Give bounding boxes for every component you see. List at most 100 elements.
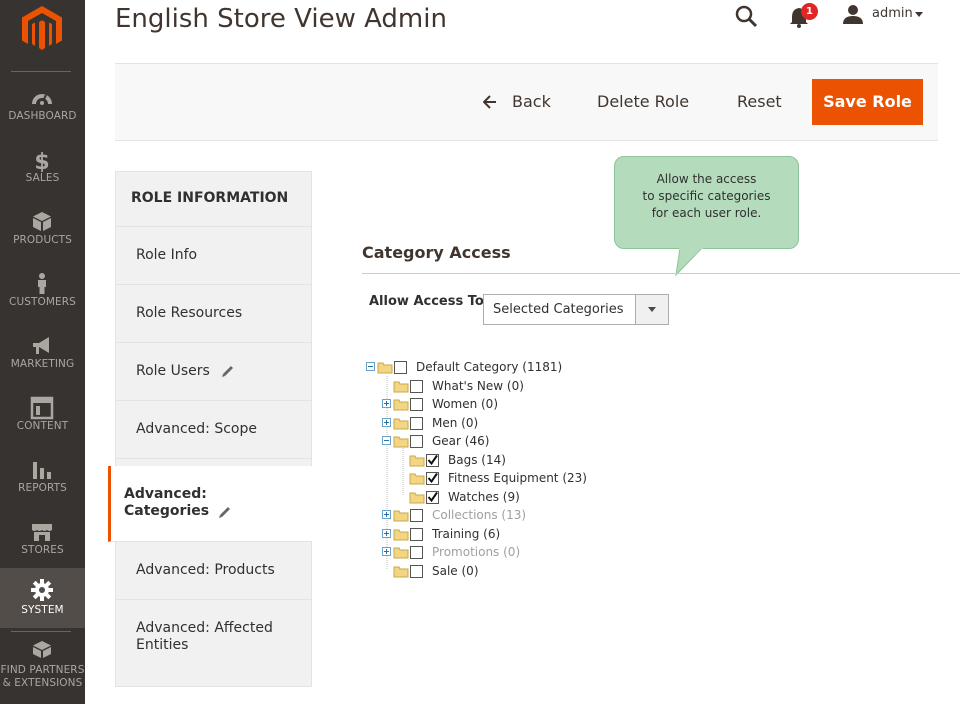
checkbox[interactable] bbox=[410, 377, 424, 395]
tab-label: Advanced: Categories bbox=[124, 486, 210, 519]
nav-products[interactable]: PRODUCTS bbox=[0, 210, 85, 272]
tab-label: Advanced: Affected Entities bbox=[136, 620, 273, 653]
folder-icon bbox=[393, 418, 409, 430]
tree-node-label: Sale (0) bbox=[432, 564, 479, 578]
checkbox[interactable] bbox=[410, 562, 424, 580]
tree-node-label: Training (6) bbox=[432, 527, 501, 541]
layout-icon bbox=[30, 396, 54, 420]
tooltip-line: to specific categories bbox=[642, 189, 771, 203]
tree-node-label: Default Category (1181) bbox=[416, 360, 563, 374]
delete-role-button[interactable]: Delete Role bbox=[597, 79, 689, 125]
box-icon bbox=[33, 212, 51, 231]
nav-marketing[interactable]: MARKETING bbox=[0, 334, 85, 396]
svg-text:$: $ bbox=[34, 150, 49, 172]
admin-sidebar: DASHBOARD $ SALES PRODUCTS CUSTOMERS MAR… bbox=[0, 0, 85, 704]
nav-sales[interactable]: $ SALES bbox=[0, 148, 85, 210]
select-toggle[interactable] bbox=[635, 295, 668, 324]
nav-content[interactable]: CONTENT bbox=[0, 396, 85, 458]
pencil-icon bbox=[222, 366, 233, 377]
nav-partners-label-line1: FIND PARTNERS bbox=[0, 664, 85, 676]
tab-advanced-products[interactable]: Advanced: Products bbox=[116, 542, 311, 600]
nav-marketing-label: MARKETING bbox=[10, 358, 75, 370]
dashboard-icon bbox=[32, 94, 52, 105]
user-menu-name[interactable]: admin bbox=[872, 6, 913, 21]
allow-access-label: Allow Access To bbox=[369, 294, 484, 309]
magento-logo[interactable] bbox=[22, 6, 62, 52]
tab-advanced-categories[interactable]: Advanced: Categories bbox=[108, 466, 312, 542]
nav-customers[interactable]: CUSTOMERS bbox=[0, 272, 85, 334]
folder-icon bbox=[409, 473, 425, 485]
search-icon[interactable] bbox=[734, 4, 758, 28]
category-tree: Default Category (1181) What's New (0) Wom… bbox=[363, 358, 763, 588]
dollar-icon: $ bbox=[34, 150, 49, 172]
expand-icon[interactable] bbox=[382, 506, 392, 524]
checkbox-checked[interactable] bbox=[426, 469, 440, 487]
notifications-badge[interactable]: 1 bbox=[801, 3, 818, 20]
folder-icon bbox=[393, 381, 409, 393]
nav-system[interactable]: SYSTEM bbox=[0, 568, 85, 628]
folder-icon bbox=[393, 436, 409, 448]
folder-icon bbox=[377, 362, 393, 374]
checkbox[interactable] bbox=[410, 395, 424, 413]
nav-system-label: SYSTEM bbox=[21, 604, 64, 616]
checkbox[interactable] bbox=[410, 432, 424, 450]
collapse-icon[interactable] bbox=[366, 358, 376, 376]
tree-node-label: Men (0) bbox=[432, 416, 479, 430]
collapse-icon[interactable] bbox=[382, 432, 392, 450]
page-title: English Store View Admin bbox=[115, 4, 447, 34]
tab-advanced-scope[interactable]: Advanced: Scope bbox=[116, 401, 311, 459]
tree-node-label: Promotions (0) bbox=[432, 545, 521, 559]
storefront-icon bbox=[32, 524, 52, 541]
callout-tooltip: Allow the access to specific categories … bbox=[614, 156, 799, 249]
allow-access-select[interactable]: Selected Categories bbox=[483, 294, 669, 325]
tab-role-users[interactable]: Role Users bbox=[116, 343, 311, 401]
folder-icon bbox=[393, 399, 409, 411]
tab-role-resources[interactable]: Role Resources bbox=[116, 285, 311, 343]
megaphone-icon bbox=[33, 337, 49, 354]
checkbox[interactable] bbox=[410, 506, 424, 524]
reset-button[interactable]: Reset bbox=[737, 79, 782, 125]
allow-access-select-value: Selected Categories bbox=[493, 302, 624, 317]
sidebar-divider bbox=[11, 71, 71, 72]
tooltip-line: Allow the access bbox=[656, 172, 757, 186]
back-button[interactable]: Back bbox=[483, 79, 551, 125]
nav-dashboard[interactable]: DASHBOARD bbox=[0, 86, 85, 148]
gear-icon bbox=[31, 579, 53, 601]
folder-icon bbox=[393, 529, 409, 541]
expand-icon[interactable] bbox=[382, 395, 392, 413]
expand-icon[interactable] bbox=[382, 525, 392, 543]
nav-products-label: PRODUCTS bbox=[13, 234, 72, 246]
checkbox-checked[interactable] bbox=[426, 451, 440, 469]
checkbox[interactable] bbox=[410, 414, 424, 432]
expand-icon[interactable] bbox=[382, 543, 392, 561]
expand-icon[interactable] bbox=[382, 414, 392, 432]
checkbox-checked[interactable] bbox=[426, 488, 440, 506]
tab-label: Role Info bbox=[136, 247, 198, 263]
nav-partners-label-line2: & EXTENSIONS bbox=[2, 677, 83, 689]
checkbox[interactable] bbox=[394, 358, 408, 376]
checkbox[interactable] bbox=[410, 543, 424, 561]
save-role-button[interactable]: Save Role bbox=[812, 79, 923, 125]
sidebar-divider bbox=[11, 631, 71, 632]
folder-icon bbox=[409, 455, 425, 467]
nav-reports[interactable]: REPORTS bbox=[0, 458, 85, 520]
nav-sales-label: SALES bbox=[25, 172, 60, 184]
tab-label: Role Resources bbox=[136, 305, 243, 321]
tab-advanced-affected-entities[interactable]: Advanced: Affected Entities bbox=[116, 600, 311, 686]
user-icon[interactable] bbox=[843, 4, 863, 24]
tree-node-label: Bags (14) bbox=[448, 453, 506, 467]
tab-role-info[interactable]: Role Info bbox=[116, 227, 311, 285]
tooltip-line: for each user role. bbox=[651, 206, 762, 220]
chevron-down-icon[interactable] bbox=[915, 12, 923, 17]
page-actions-bar: Back Delete Role Reset Save Role bbox=[115, 63, 938, 141]
checkbox[interactable] bbox=[410, 525, 424, 543]
pencil-icon bbox=[219, 507, 230, 518]
role-tabs-panel: ROLE INFORMATION Role Info Role Resource… bbox=[108, 171, 312, 687]
tree-node-label: Watches (9) bbox=[448, 490, 520, 504]
nav-stores-label: STORES bbox=[21, 544, 64, 556]
folder-icon bbox=[409, 492, 425, 504]
back-button-label: Back bbox=[512, 92, 551, 111]
tab-label: Advanced: Scope bbox=[136, 421, 257, 437]
nav-find-partners[interactable]: FIND PARTNERS & EXTENSIONS bbox=[0, 640, 85, 700]
nav-partners-label: FIND PARTNERS & EXTENSIONS bbox=[0, 664, 85, 690]
